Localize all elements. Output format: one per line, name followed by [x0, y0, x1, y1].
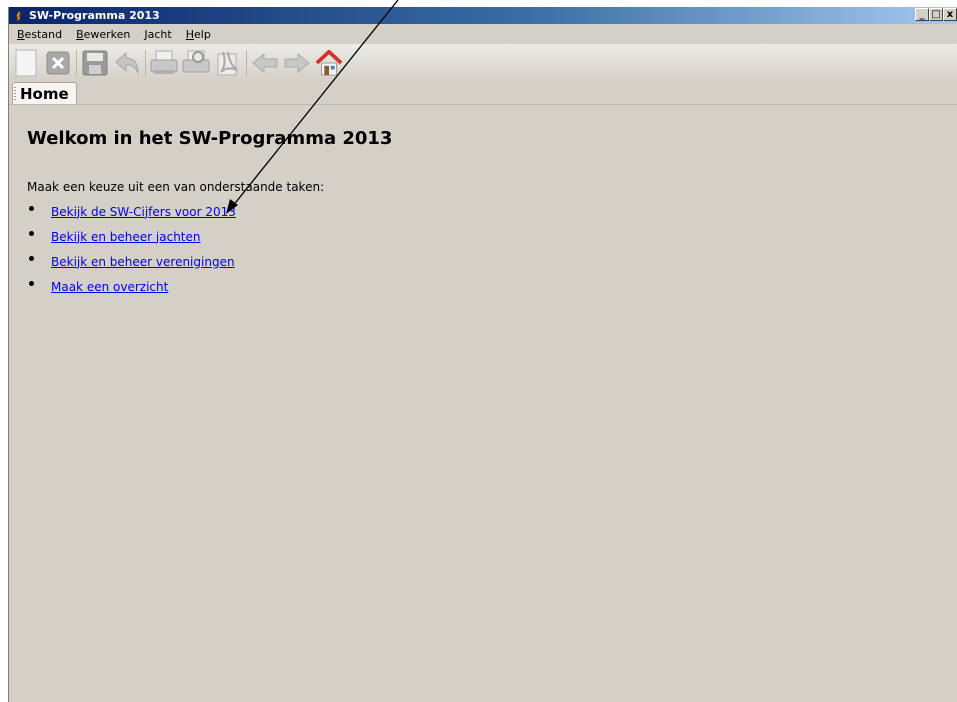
bullet-icon: [29, 231, 34, 236]
undo-icon: [115, 51, 139, 74]
menu-bar: Bestand Bewerken Jacht Help: [9, 24, 957, 44]
menu-bewerken-mnemonic: B: [76, 27, 84, 41]
back-button[interactable]: [251, 49, 279, 77]
list-item: Bekijk en beheer jachten: [27, 224, 957, 249]
pdf-export-icon: [217, 51, 238, 76]
new-document-button[interactable]: [12, 49, 40, 77]
back-arrow-icon: [252, 53, 278, 73]
app-icon: [15, 9, 22, 22]
intro-text: Maak een keuze uit een van onderstaande …: [27, 180, 325, 194]
minimize-button[interactable]: _: [915, 8, 929, 21]
save-icon: [82, 50, 108, 76]
print-icon: [150, 50, 178, 74]
tab-grip: [14, 87, 16, 101]
menu-help[interactable]: Help: [186, 28, 211, 41]
undo-button[interactable]: [113, 49, 141, 77]
title-bar[interactable]: SW-Programma 2013 _ □ x: [9, 7, 957, 24]
toolbar-separator: [246, 50, 247, 76]
save-button[interactable]: [81, 49, 109, 77]
list-item: Maak een overzicht: [27, 274, 957, 299]
menu-help-mnemonic: H: [185, 27, 194, 41]
maximize-button[interactable]: □: [929, 8, 943, 21]
menu-jacht[interactable]: Jacht: [144, 28, 171, 41]
home-button[interactable]: [315, 49, 343, 77]
link-overzicht[interactable]: Maak een overzicht: [51, 280, 168, 294]
task-list: Bekijk de SW-Cijfers voor 2013 Bekijk en…: [27, 199, 957, 299]
toolbar-separator: [76, 50, 77, 76]
bullet-icon: [29, 281, 34, 286]
menu-bewerken-label: ewerken: [83, 27, 131, 41]
tab-home[interactable]: Home: [12, 82, 77, 104]
bullet-icon: [29, 256, 34, 261]
list-item: Bekijk en beheer verenigingen: [27, 249, 957, 274]
delete-icon: [46, 51, 70, 75]
home-icon: [315, 49, 343, 76]
main-content: Welkom in het SW-Programma 2013 Maak een…: [9, 106, 957, 702]
delete-button[interactable]: [44, 49, 72, 77]
pdf-export-button[interactable]: [214, 49, 242, 77]
tab-home-label: Home: [20, 85, 69, 103]
list-item: Bekijk de SW-Cijfers voor 2013: [27, 199, 957, 224]
close-button[interactable]: x: [943, 8, 957, 21]
link-verenigingen[interactable]: Bekijk en beheer verenigingen: [51, 255, 235, 269]
link-sw-cijfers[interactable]: Bekijk de SW-Cijfers voor 2013: [51, 205, 236, 219]
menu-bestand-label: estand: [24, 27, 63, 41]
window-title: SW-Programma 2013: [29, 9, 160, 22]
application-window: SW-Programma 2013 _ □ x Bestand Bewerken…: [8, 7, 957, 702]
window-controls: _ □ x: [915, 8, 957, 21]
bullet-icon: [29, 206, 34, 211]
forward-arrow-icon: [284, 53, 310, 73]
page-title: Welkom in het SW-Programma 2013: [27, 128, 393, 149]
menu-bestand[interactable]: Bestand: [17, 28, 62, 41]
link-jachten[interactable]: Bekijk en beheer jachten: [51, 230, 201, 244]
toolbar-separator: [145, 50, 146, 76]
print-preview-button[interactable]: [182, 49, 210, 77]
forward-button[interactable]: [283, 49, 311, 77]
menu-bewerken[interactable]: Bewerken: [76, 28, 130, 41]
tab-strip: Home: [9, 82, 957, 105]
menu-jacht-label: Jacht: [144, 27, 172, 41]
print-button[interactable]: [150, 49, 178, 77]
toolbar: [9, 44, 957, 82]
new-document-icon: [15, 49, 37, 77]
menu-bestand-mnemonic: B: [17, 27, 25, 41]
print-preview-icon: [182, 50, 210, 73]
menu-help-label: elp: [194, 27, 211, 41]
